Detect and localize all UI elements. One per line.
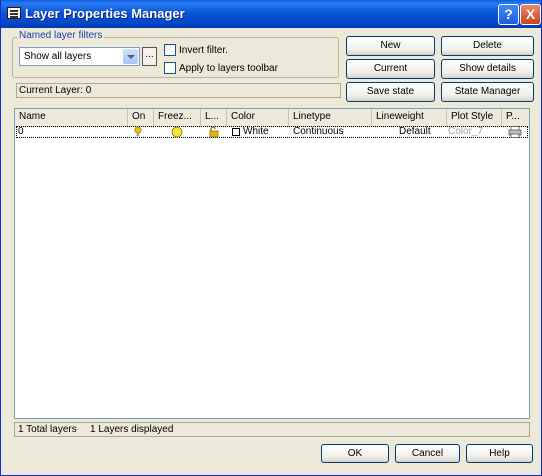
app-icon [7, 7, 21, 19]
lightbulb-on-icon[interactable] [134, 126, 142, 142]
apply-toolbar-checkbox[interactable] [164, 62, 176, 74]
ok-button[interactable]: OK [321, 444, 389, 463]
new-layer-button[interactable]: New [346, 36, 435, 56]
window-title: Layer Properties Manager [25, 6, 185, 21]
table-row[interactable]: 0 White Continuous Default Color_7 [16, 126, 528, 138]
displayed-layers-count: 1 Layers displayed [90, 424, 174, 435]
column-header-linetype[interactable]: Linetype [289, 109, 372, 126]
column-header-plot-style[interactable]: Plot Style [447, 109, 502, 126]
layer-plot-style: Color_7 [448, 126, 484, 137]
layer-list[interactable]: Name On Freez... L... Color Linetype Lin… [14, 108, 530, 419]
layer-filter-value: Show all layers [24, 51, 92, 62]
lock-open-icon[interactable] [208, 126, 220, 142]
current-layer-display: Current Layer: 0 [16, 83, 341, 98]
column-header-freeze[interactable]: Freez... [154, 109, 201, 126]
column-header-name[interactable]: Name [15, 109, 128, 126]
layer-list-header: Name On Freez... L... Color Linetype Lin… [15, 109, 529, 127]
column-header-plot[interactable]: P... [502, 109, 529, 126]
total-layers-count: 1 Total layers [18, 424, 77, 435]
save-state-button[interactable]: Save state [346, 82, 435, 102]
layer-lineweight[interactable]: Default [399, 126, 431, 138]
named-layer-filters-label: Named layer filters [17, 30, 105, 41]
apply-toolbar-label: Apply to layers toolbar [179, 63, 278, 74]
layer-color[interactable]: White [243, 126, 269, 138]
sun-thaw-icon[interactable] [171, 126, 183, 142]
filter-dialog-button[interactable]: ... [142, 47, 157, 66]
invert-filter-label: Invert filter. [179, 45, 228, 56]
column-header-lineweight[interactable]: Lineweight [372, 109, 447, 126]
column-header-color[interactable]: Color [227, 109, 289, 126]
invert-filter-checkbox[interactable] [164, 44, 176, 56]
status-bar: 1 Total layers 1 Layers displayed [14, 422, 530, 437]
show-details-button[interactable]: Show details [441, 59, 534, 79]
chevron-down-icon[interactable] [123, 49, 138, 64]
printer-icon[interactable] [508, 126, 522, 142]
layer-name: 0 [18, 126, 24, 137]
title-bar[interactable]: Layer Properties Manager ? X [1, 0, 541, 28]
column-header-lock[interactable]: L... [201, 109, 227, 126]
delete-layer-button[interactable]: Delete [441, 36, 534, 56]
layer-filter-select[interactable]: Show all layers [19, 47, 140, 66]
layer-linetype[interactable]: Continuous [293, 126, 344, 138]
color-swatch[interactable] [232, 128, 240, 140]
column-header-on[interactable]: On [128, 109, 154, 126]
current-button[interactable]: Current [346, 59, 435, 79]
state-manager-button[interactable]: State Manager [441, 82, 534, 102]
cancel-button[interactable]: Cancel [395, 444, 460, 463]
help-title-button[interactable]: ? [498, 4, 519, 25]
help-button[interactable]: Help [466, 444, 533, 463]
close-button[interactable]: X [520, 4, 541, 25]
layer-properties-dialog: Layer Properties Manager ? X Named layer… [0, 0, 542, 476]
